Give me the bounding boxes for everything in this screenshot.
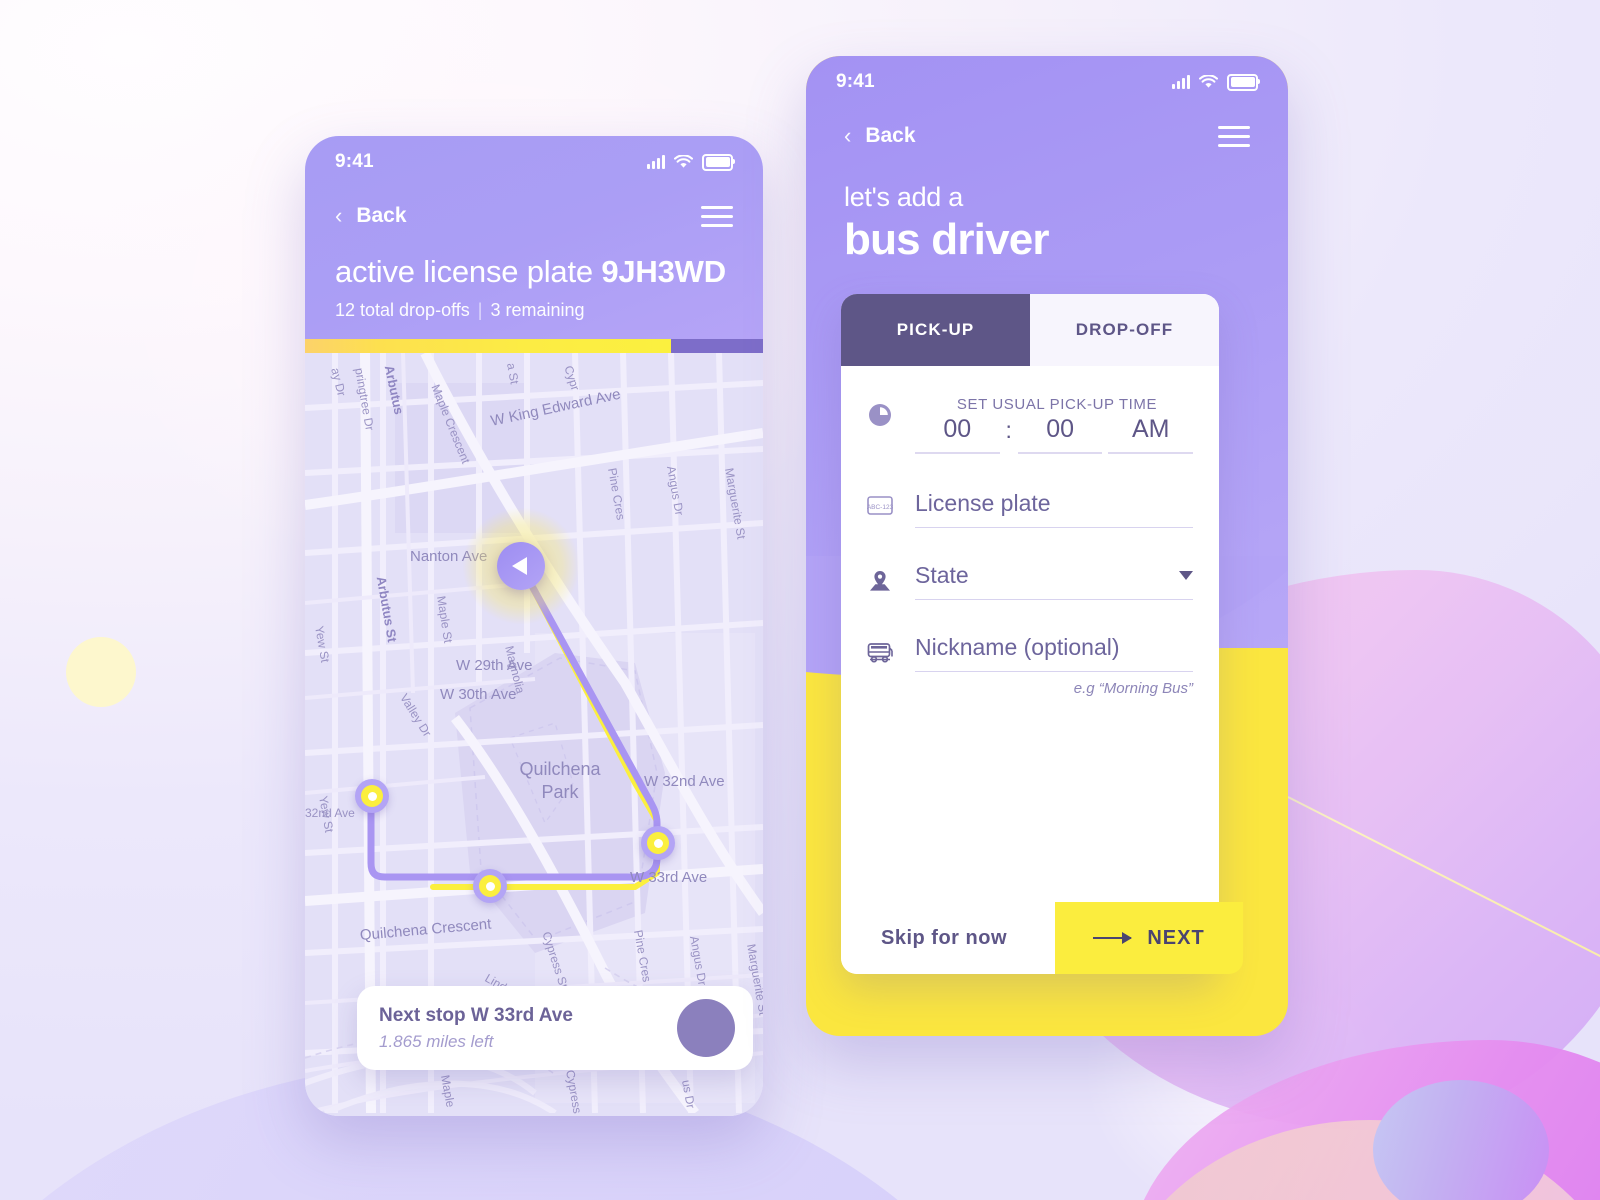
stop-marker[interactable]: [641, 826, 675, 860]
stop-marker[interactable]: [473, 869, 507, 903]
left-nav-row: ‹ Back: [305, 188, 763, 244]
page-title-prefix: active license plate: [335, 254, 602, 289]
minutes-input[interactable]: 00: [1017, 415, 1103, 454]
time-colon: :: [1005, 417, 1012, 443]
next-stop-card[interactable]: Next stop W 33rd Ave 1.865 miles left: [357, 986, 753, 1070]
license-plate-input[interactable]: License plate: [915, 490, 1193, 528]
bus-location-dot: [497, 542, 545, 590]
chevron-left-icon: ‹: [844, 123, 852, 148]
route-progress-fill: [305, 339, 672, 353]
status-bar-time: 9:41: [836, 71, 875, 92]
dropoff-stats: 12 total drop-offs | 3 remaining: [305, 300, 763, 321]
battery-icon: [702, 153, 735, 171]
driver-form: SET USUAL PICK-UP TIME 00 : 00 AM ABC-12…: [841, 366, 1219, 697]
next-label: NEXT: [1147, 926, 1205, 949]
back-label: Back: [865, 124, 916, 147]
bus-icon: [863, 634, 897, 664]
stop-marker[interactable]: [355, 779, 389, 813]
right-phone-header: 9:41 ‹ Back let's add a bus driver: [806, 56, 1288, 265]
tab-pickup[interactable]: PICK-UP: [841, 294, 1030, 366]
time-fields: 00 : 00 AM: [915, 415, 1193, 454]
screen-kicker: let's add a: [844, 182, 963, 212]
direction-arrow-icon: [512, 557, 527, 575]
nickname-placeholder: Nickname (optional): [915, 634, 1120, 660]
route-map[interactable]: W King Edward Ave Maple Crescent Arbutus…: [305, 353, 763, 1116]
phone-right-add-driver-screen: 9:41 ‹ Back let's add a bus driver PICK-…: [806, 56, 1288, 1036]
state-select[interactable]: State: [915, 562, 1193, 600]
clock-icon: [863, 396, 897, 428]
status-bar: 9:41: [806, 56, 1288, 108]
hours-input[interactable]: 00: [915, 415, 1000, 454]
driver-form-card: PICK-UP DROP-OFF SET USUAL PICK-UP TIME …: [841, 294, 1243, 974]
decorative-background: [0, 0, 1600, 1200]
remaining-dropoffs: 3 remaining: [490, 300, 585, 320]
state-placeholder: State: [915, 562, 969, 588]
park-label: Quilchena Park: [519, 759, 601, 802]
chevron-left-icon: ‹: [335, 203, 343, 228]
back-label: Back: [356, 204, 407, 227]
license-plate-value: 9JH3WD: [601, 254, 726, 289]
back-button[interactable]: ‹ Back: [844, 124, 916, 148]
screen-title: bus driver: [844, 215, 1050, 264]
hamburger-menu-icon[interactable]: [1218, 125, 1250, 147]
background-yellow-circle: [66, 637, 136, 707]
next-stop-label: Next stop W 33rd Ave: [379, 1004, 573, 1026]
map-street-label: st Blvd: [308, 1114, 328, 1116]
right-nav-row: ‹ Back: [806, 108, 1288, 164]
left-phone-header: 9:41 ‹ Back active license plate 9JH3WD: [305, 136, 763, 339]
stats-separator: |: [477, 300, 483, 320]
map-pin-icon: [863, 562, 897, 594]
pickup-time-row: SET USUAL PICK-UP TIME 00 : 00 AM: [863, 396, 1193, 454]
pickup-time-label: SET USUAL PICK-UP TIME: [956, 396, 1158, 413]
arrow-right-icon: [1093, 932, 1133, 944]
signal-bars-icon: [647, 155, 665, 169]
chevron-down-icon: [1179, 571, 1193, 580]
power-button-icon[interactable]: [361, 988, 735, 1057]
nickname-hint: e.g “Morning Bus”: [1073, 680, 1193, 697]
route-progress-bar: [305, 339, 763, 353]
distance-remaining: 1.865 miles left: [379, 1031, 494, 1051]
total-dropoffs: 12 total drop-offs: [335, 300, 470, 320]
hamburger-menu-icon[interactable]: [701, 205, 733, 227]
tab-dropoff[interactable]: DROP-OFF: [1030, 294, 1219, 366]
back-button[interactable]: ‹ Back: [335, 204, 407, 228]
page-title: active license plate 9JH3WD: [305, 254, 763, 290]
license-plate-row: ABC-123 License plate: [863, 490, 1193, 528]
next-button[interactable]: NEXT: [1055, 902, 1243, 974]
license-plate-placeholder: License plate: [915, 490, 1051, 516]
status-bar: 9:41: [305, 136, 763, 188]
form-tabs: PICK-UP DROP-OFF: [841, 294, 1219, 366]
nickname-row: Nickname (optional) e.g “Morning Bus”: [863, 634, 1193, 697]
wifi-icon: [674, 155, 693, 168]
license-plate-icon: ABC-123: [863, 490, 897, 515]
status-bar-time: 9:41: [335, 151, 374, 172]
state-row: State: [863, 562, 1193, 600]
nickname-input[interactable]: Nickname (optional): [915, 634, 1193, 672]
phone-left-tracking-screen: 9:41 ‹ Back active license plate 9JH3WD: [305, 136, 763, 1116]
wifi-icon: [1199, 75, 1218, 88]
meridiem-select[interactable]: AM: [1108, 415, 1193, 454]
signal-bars-icon: [1172, 75, 1190, 89]
svg-text:ABC-123: ABC-123: [867, 504, 893, 511]
bus-location-arrow-icon[interactable]: [446, 491, 596, 641]
battery-icon: [1227, 73, 1260, 91]
